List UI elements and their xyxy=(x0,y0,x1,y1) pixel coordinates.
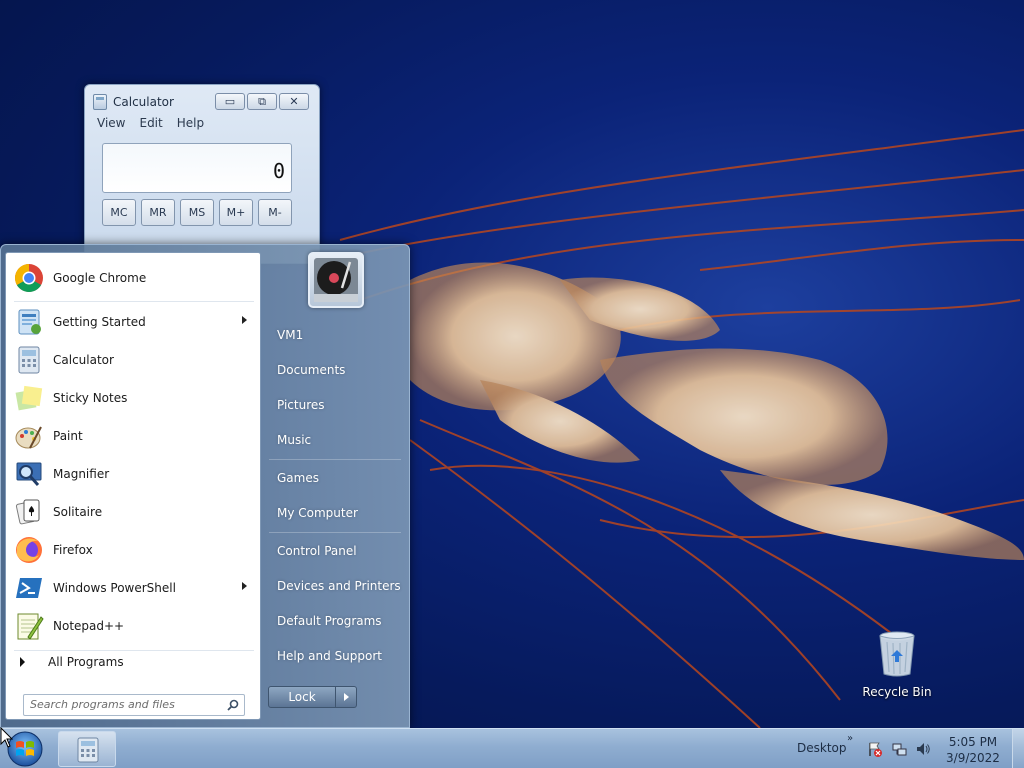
network-icon[interactable] xyxy=(891,741,907,757)
restore-button[interactable]: ⧉ xyxy=(247,93,277,110)
program-firefox[interactable]: Firefox xyxy=(11,532,257,568)
program-calculator[interactable]: Calculator xyxy=(11,342,257,378)
mr-button[interactable]: MR xyxy=(141,199,175,226)
system-clock[interactable]: 5:05 PM 3/9/2022 xyxy=(946,734,1000,766)
program-label: Solitaire xyxy=(53,505,103,519)
sticky-notes-icon xyxy=(15,385,43,411)
solitaire-icon xyxy=(15,499,40,525)
notepadpp-icon xyxy=(17,613,44,640)
recycle-bin-icon xyxy=(879,631,915,677)
start-item-control-panel[interactable]: Control Panel xyxy=(277,544,357,558)
menu-edit[interactable]: Edit xyxy=(139,116,162,130)
close-button[interactable]: ✕ xyxy=(279,93,309,110)
minimize-button[interactable]: ▭ xyxy=(215,93,245,110)
program-label: Magnifier xyxy=(53,467,110,481)
program-label: Firefox xyxy=(53,543,93,557)
start-item-default-programs[interactable]: Default Programs xyxy=(277,614,382,628)
getting-started-icon xyxy=(18,309,41,335)
menu-help[interactable]: Help xyxy=(177,116,204,130)
start-item-games[interactable]: Games xyxy=(277,471,319,485)
all-programs-label: All Programs xyxy=(48,655,124,669)
start-item-my-computer[interactable]: My Computer xyxy=(277,506,358,520)
mc-button[interactable]: MC xyxy=(102,199,136,226)
calculator-menubar: View Edit Help xyxy=(97,116,218,130)
turntable-icon xyxy=(314,258,358,302)
program-label: Calculator xyxy=(53,353,114,367)
program-label: Getting Started xyxy=(53,315,146,329)
m-minus-button[interactable]: M- xyxy=(258,199,292,226)
calculator-icon xyxy=(77,737,99,763)
calculator-icon xyxy=(18,346,40,374)
volume-icon[interactable] xyxy=(915,741,931,757)
submenu-arrow-icon[interactable] xyxy=(242,316,247,324)
calculator-title: Calculator xyxy=(113,95,174,109)
menu-view[interactable]: View xyxy=(97,116,125,130)
program-label: Notepad++ xyxy=(53,619,125,633)
program-label: Sticky Notes xyxy=(53,391,128,405)
submenu-arrow-icon[interactable] xyxy=(242,582,247,590)
calculator-window[interactable]: Calculator ▭ ⧉ ✕ View Edit Help 0 MC MR … xyxy=(84,84,320,264)
start-item-devices-and-printers[interactable]: Devices and Printers xyxy=(277,579,401,593)
program-paint[interactable]: Paint xyxy=(11,418,257,454)
all-programs-item[interactable]: All Programs xyxy=(20,655,124,669)
program-label: Paint xyxy=(53,429,83,443)
start-item-help-and-support[interactable]: Help and Support xyxy=(277,649,382,663)
divider xyxy=(269,532,401,533)
all-programs-arrow-icon xyxy=(20,657,25,667)
start-menu: Google Chrome Getting Started Calculator… xyxy=(0,244,410,728)
toolbar-chevron-icon[interactable]: » xyxy=(847,733,853,744)
recycle-bin-label: Recycle Bin xyxy=(862,685,932,699)
recycle-bin-shortcut[interactable]: Recycle Bin xyxy=(860,630,934,699)
clock-date: 3/9/2022 xyxy=(946,751,1000,765)
calculator-app-icon xyxy=(93,94,107,110)
desktop-toolbar-label[interactable]: Desktop xyxy=(797,741,847,755)
program-magnifier[interactable]: Magnifier xyxy=(11,456,257,492)
program-sticky-notes[interactable]: Sticky Notes xyxy=(11,380,257,416)
ms-button[interactable]: MS xyxy=(180,199,214,226)
start-item-user[interactable]: VM1 xyxy=(277,328,303,342)
memory-keys-row: MC MR MS M+ M- xyxy=(102,199,292,226)
start-item-documents[interactable]: Documents xyxy=(277,363,345,377)
start-item-pictures[interactable]: Pictures xyxy=(277,398,325,412)
user-account-picture[interactable] xyxy=(308,252,364,308)
program-google-chrome[interactable]: Google Chrome xyxy=(11,260,257,296)
powershell-icon xyxy=(16,578,42,598)
start-item-music[interactable]: Music xyxy=(277,433,311,447)
firefox-icon xyxy=(16,537,42,563)
m-plus-button[interactable]: M+ xyxy=(219,199,253,226)
paint-icon xyxy=(15,426,42,449)
chrome-icon xyxy=(15,264,43,292)
calculator-titlebar[interactable]: Calculator xyxy=(93,94,174,110)
taskbar: Desktop » 5:05 PM 3/9/2022 xyxy=(0,728,1024,768)
action-center-flag-icon[interactable] xyxy=(867,741,883,757)
show-desktop-button[interactable] xyxy=(1012,729,1024,768)
program-windows-powershell[interactable]: Windows PowerShell xyxy=(11,570,257,606)
lock-button[interactable]: Lock xyxy=(268,686,336,708)
divider xyxy=(14,301,254,302)
program-label: Google Chrome xyxy=(53,271,147,285)
program-getting-started[interactable]: Getting Started xyxy=(11,304,257,340)
search-input[interactable]: Search programs and files xyxy=(23,694,245,716)
program-solitaire[interactable]: Solitaire xyxy=(11,494,257,530)
search-icon[interactable] xyxy=(227,699,239,711)
program-label: Windows PowerShell xyxy=(53,581,176,595)
program-notepad-plus-plus[interactable]: Notepad++ xyxy=(11,608,257,644)
clock-time: 5:05 PM xyxy=(948,735,998,749)
divider xyxy=(269,459,401,460)
divider xyxy=(14,650,254,651)
mouse-pointer-icon xyxy=(0,727,14,748)
magnifier-icon xyxy=(16,462,42,486)
calculator-display: 0 xyxy=(102,143,292,193)
start-menu-programs-pane: Google Chrome Getting Started Calculator… xyxy=(5,252,261,720)
shutdown-options-button[interactable] xyxy=(336,686,357,708)
taskbar-calculator-button[interactable] xyxy=(58,731,116,767)
